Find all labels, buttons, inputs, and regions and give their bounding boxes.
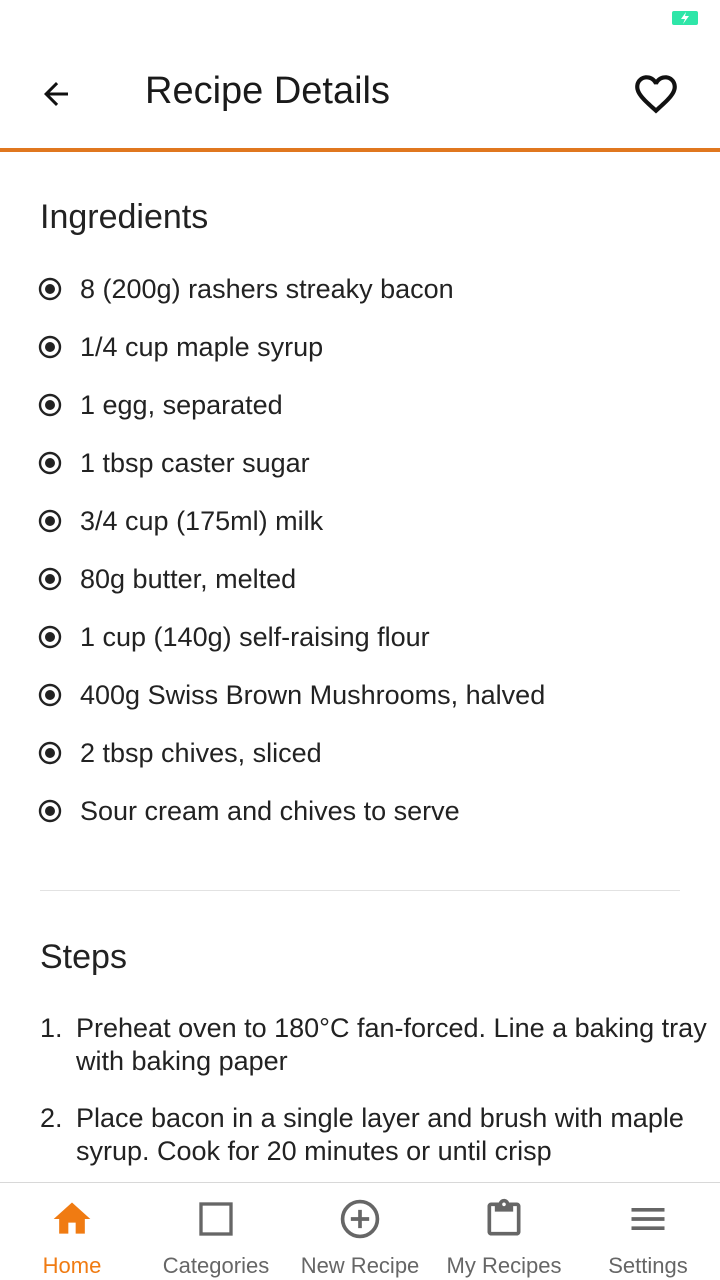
ingredient-text: 1 egg, separated — [80, 389, 283, 420]
ingredient-list: 8 (200g) rashers streaky bacon 1/4 cup m… — [38, 260, 698, 840]
section-divider — [40, 890, 680, 891]
step-item: 1. Preheat oven to 180°C fan-forced. Lin… — [40, 1012, 710, 1078]
nav-label: Settings — [608, 1253, 688, 1278]
ingredient-item: 1 tbsp caster sugar — [38, 434, 698, 492]
ingredient-text: 2 tbsp chives, sliced — [80, 737, 322, 768]
ingredient-item: 400g Swiss Brown Mushrooms, halved — [38, 666, 698, 724]
nav-label: New Recipe — [300, 1253, 420, 1278]
add-circle-icon — [336, 1195, 384, 1243]
ingredient-text: Sour cream and chives to serve — [80, 795, 460, 826]
recipe-content[interactable]: Ingredients 8 (200g) rashers streaky bac… — [0, 152, 720, 1182]
radio-bullet-icon — [38, 625, 62, 649]
step-number: 1. — [40, 1013, 63, 1043]
radio-bullet-icon — [38, 335, 62, 359]
battery-charging-icon — [672, 11, 698, 25]
radio-bullet-icon — [38, 799, 62, 823]
radio-bullet-icon — [38, 741, 62, 765]
steps-list: 1. Preheat oven to 180°C fan-forced. Lin… — [40, 1012, 710, 1182]
status-bar — [0, 0, 720, 36]
step-number: 2. — [40, 1103, 63, 1133]
app-bar: Recipe Details — [0, 36, 720, 149]
ingredient-item: 1 egg, separated — [38, 376, 698, 434]
ingredient-text: 400g Swiss Brown Mushrooms, halved — [80, 679, 546, 710]
step-text: Place bacon in a single layer and brush … — [76, 1103, 684, 1166]
heart-outline-icon — [635, 75, 677, 114]
nav-item-home[interactable]: Home — [0, 1183, 144, 1280]
nav-label: My Recipes — [446, 1253, 562, 1278]
ingredient-item: 1 cup (140g) self-raising flour — [38, 608, 698, 666]
square-icon — [192, 1195, 240, 1243]
nav-item-settings[interactable]: Settings — [576, 1183, 720, 1280]
ingredient-text: 8 (200g) rashers streaky bacon — [80, 273, 454, 304]
radio-bullet-icon — [38, 393, 62, 417]
steps-title: Steps — [40, 938, 127, 976]
radio-bullet-icon — [38, 277, 62, 301]
favorite-button[interactable] — [628, 66, 684, 122]
ingredient-item: 3/4 cup (175ml) milk — [38, 492, 698, 550]
arrow-left-icon — [44, 82, 68, 106]
nav-label: Categories — [162, 1253, 270, 1278]
nav-item-new-recipe[interactable]: New Recipe — [288, 1183, 432, 1280]
ingredients-title: Ingredients — [40, 198, 209, 236]
home-icon — [48, 1195, 96, 1243]
radio-bullet-icon — [38, 567, 62, 591]
ingredient-text: 80g butter, melted — [80, 563, 297, 594]
ingredient-text: 1 cup (140g) self-raising flour — [80, 621, 430, 652]
ingredient-text: 1 tbsp caster sugar — [80, 447, 310, 478]
bottom-navigation: Home Categories New Recipe My Recipes Se… — [0, 1182, 720, 1280]
nav-item-categories[interactable]: Categories — [144, 1183, 288, 1280]
ingredient-item: 2 tbsp chives, sliced — [38, 724, 698, 782]
ingredient-item: 80g butter, melted — [38, 550, 698, 608]
radio-bullet-icon — [38, 683, 62, 707]
ingredient-item: 1/4 cup maple syrup — [38, 318, 698, 376]
ingredient-item: Sour cream and chives to serve — [38, 782, 698, 840]
clipboard-icon — [480, 1195, 528, 1243]
nav-label: Home — [42, 1253, 102, 1278]
step-text: Preheat oven to 180°C fan-forced. Line a… — [76, 1013, 707, 1076]
ingredient-text: 1/4 cup maple syrup — [80, 331, 324, 362]
nav-item-my-recipes[interactable]: My Recipes — [432, 1183, 576, 1280]
menu-icon — [624, 1195, 672, 1243]
radio-bullet-icon — [38, 451, 62, 475]
page-title: Recipe Details — [145, 70, 390, 112]
back-button[interactable] — [28, 66, 84, 122]
ingredient-text: 3/4 cup (175ml) milk — [80, 505, 324, 536]
ingredient-item: 8 (200g) rashers streaky bacon — [38, 260, 698, 318]
radio-bullet-icon — [38, 509, 62, 533]
step-item: 2. Place bacon in a single layer and bru… — [40, 1102, 710, 1168]
